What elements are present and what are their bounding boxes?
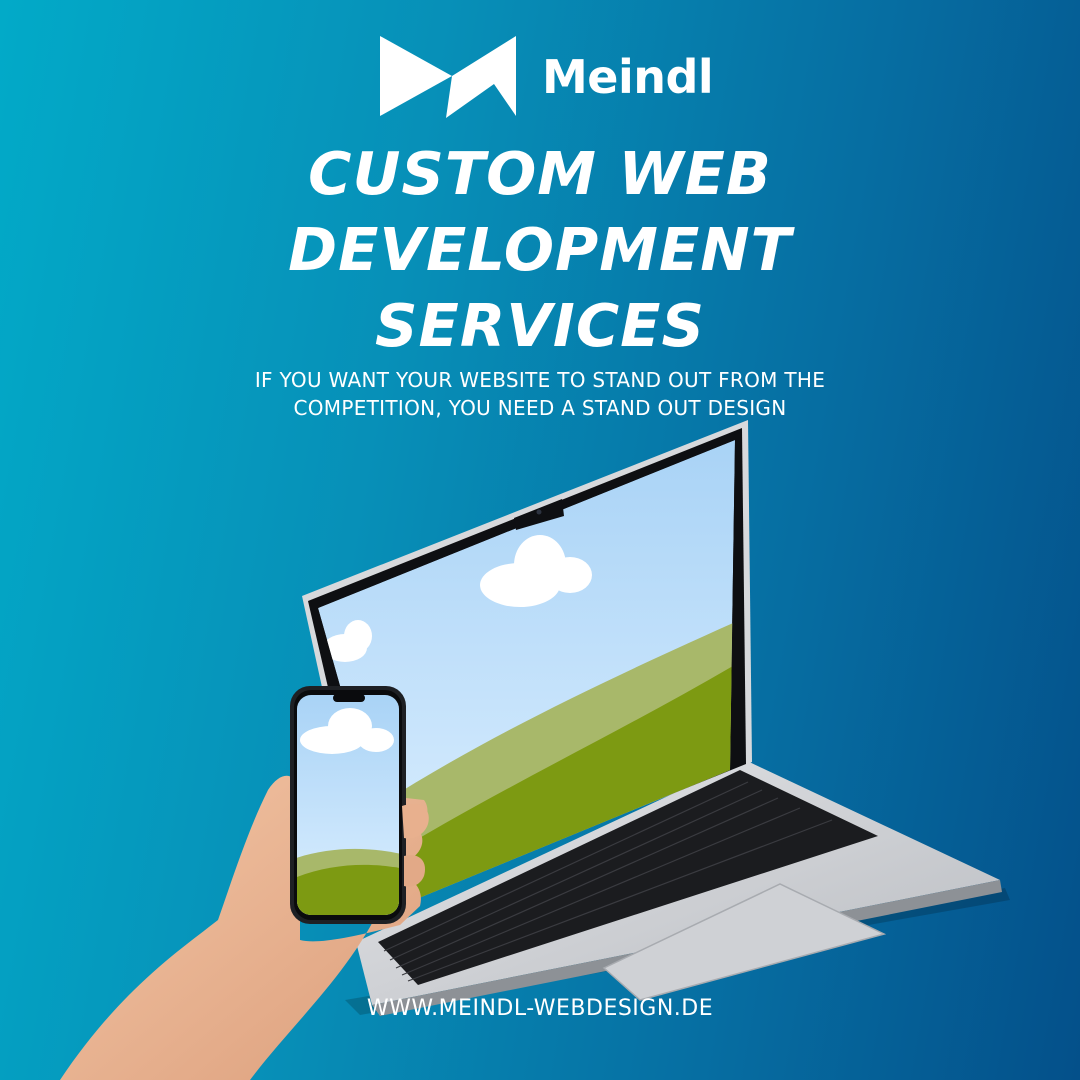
phone-screen xyxy=(297,695,399,915)
phone-dynamic-island xyxy=(333,694,365,702)
promo-canvas: Meindl CUSTOM WEB DEVELOPMENT SERVICES I… xyxy=(0,0,1080,1080)
website-url[interactable]: WWW.MEINDL-WEBDESIGN.DE xyxy=(0,996,1080,1021)
laptop-illustration xyxy=(302,420,1010,1016)
device-illustration xyxy=(60,420,1010,1080)
